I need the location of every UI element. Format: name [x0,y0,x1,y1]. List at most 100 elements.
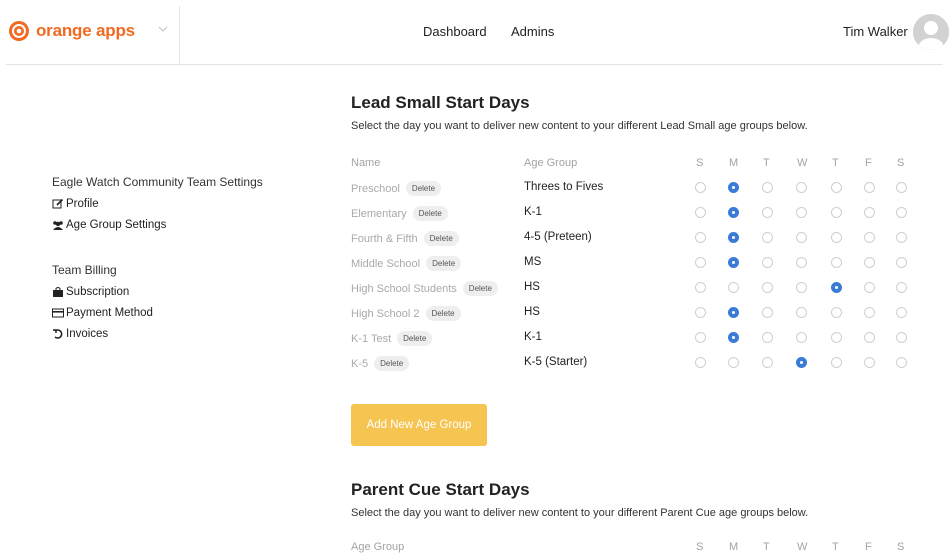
day-radio-button[interactable] [695,232,706,243]
day-radio-button[interactable] [831,332,842,343]
day-column-header: S [897,157,905,169]
day-radio-button[interactable] [831,257,842,268]
delete-button[interactable]: Delete [426,256,462,271]
nav-dashboard-link[interactable]: Dashboard [423,24,487,39]
day-radio-button[interactable] [896,182,907,193]
day-radio-button[interactable] [695,332,706,343]
sidebar-item-subscription[interactable]: Subscription [52,281,312,302]
day-radio-button[interactable] [864,182,875,193]
brand-logo-link[interactable]: orange apps [8,20,135,42]
delete-button[interactable]: Delete [423,231,459,246]
group-name-text: Elementary [351,207,407,220]
day-radio-button[interactable] [864,257,875,268]
sidebar-item-payment-method[interactable]: Payment Method [52,302,312,323]
sidebar-item-age-group-settings[interactable]: Age Group Settings [52,214,312,235]
day-radio-button[interactable] [831,207,842,218]
age-group-value: Threes to Fives [524,181,604,193]
day-radio-button[interactable] [762,207,773,218]
day-radio-button[interactable] [728,332,739,343]
day-radio-button[interactable] [864,307,875,318]
add-new-age-group-button[interactable]: Add New Age Group [351,404,487,446]
delete-button[interactable]: Delete [412,206,448,221]
day-radio-button[interactable] [762,332,773,343]
age-group-value: K-1 [524,331,542,343]
nav-admins-link[interactable]: Admins [511,24,554,39]
day-radio-button[interactable] [796,207,807,218]
day-radio-button[interactable] [762,257,773,268]
day-radio-button[interactable] [728,182,739,193]
day-column-header: M [729,157,739,169]
lead-small-section: Lead Small Start Days Select the day you… [351,93,921,132]
day-radio-button[interactable] [831,282,842,293]
day-radio-button[interactable] [796,332,807,343]
day-radio-button[interactable] [796,182,807,193]
group-name: Elementary Delete [351,206,448,221]
credit-card-icon [52,308,64,317]
sidebar-item-label: Payment Method [66,306,153,319]
group-name-text: K-5 [351,357,369,370]
day-radio-button[interactable] [831,357,842,368]
delete-button[interactable]: Delete [462,281,498,296]
day-radio-button[interactable] [864,332,875,343]
day-radio-button[interactable] [864,232,875,243]
delete-button[interactable]: Delete [425,306,461,321]
sidebar-item-invoices[interactable]: Invoices [52,323,312,344]
day-radio-button[interactable] [762,282,773,293]
day-radio-button[interactable] [728,307,739,318]
delete-button[interactable]: Delete [405,181,442,196]
group-name-text: K-1 Test [351,332,392,345]
day-radio-button[interactable] [695,257,706,268]
day-radio-button[interactable] [796,282,807,293]
day-column-header: S [897,541,905,553]
day-radio-button[interactable] [695,357,706,368]
day-radio-button[interactable] [695,182,706,193]
day-radio-button[interactable] [762,307,773,318]
sidebar-item-profile[interactable]: Profile [52,193,312,214]
day-radio-button[interactable] [695,207,706,218]
avatar[interactable] [913,14,949,50]
day-radio-button[interactable] [896,282,907,293]
group-name: High School 2 Delete [351,306,461,321]
day-radio-button[interactable] [695,282,706,293]
day-radio-button[interactable] [796,357,807,368]
day-radio-button[interactable] [695,307,706,318]
day-radio-button[interactable] [896,332,907,343]
day-radio-button[interactable] [896,207,907,218]
day-radio-button[interactable] [896,257,907,268]
chevron-down-icon[interactable] [158,26,168,32]
settings-sidebar: Eagle Watch Community Team Settings Prof… [52,172,312,344]
age-group-value: 4-5 (Preteen) [524,231,592,243]
group-name: Fourth & Fifth Delete [351,231,459,246]
day-radio-button[interactable] [728,282,739,293]
day-radio-button[interactable] [762,232,773,243]
day-column-header: T [763,541,770,553]
day-radio-button[interactable] [896,307,907,318]
day-radio-button[interactable] [796,257,807,268]
brand-name: orange apps [36,21,135,40]
day-radio-button[interactable] [728,257,739,268]
day-radio-button[interactable] [728,357,739,368]
header-divider [179,6,180,64]
sidebar-item-label: Profile [66,197,99,210]
day-radio-button[interactable] [896,357,907,368]
group-name-text: Preschool [351,182,400,195]
day-column-header: T [832,157,839,169]
delete-button[interactable]: Delete [374,356,410,371]
group-name: K-5 Delete [351,356,410,371]
day-radio-button[interactable] [762,182,773,193]
day-radio-button[interactable] [831,182,842,193]
day-radio-button[interactable] [728,232,739,243]
day-radio-button[interactable] [762,357,773,368]
day-radio-button[interactable] [796,307,807,318]
day-radio-button[interactable] [864,357,875,368]
day-radio-button[interactable] [831,232,842,243]
day-radio-button[interactable] [831,307,842,318]
day-radio-button[interactable] [728,207,739,218]
group-name-text: High School 2 [351,307,420,320]
delete-button[interactable]: Delete [397,331,433,346]
day-radio-button[interactable] [896,232,907,243]
day-radio-button[interactable] [796,232,807,243]
user-name[interactable]: Tim Walker [843,24,908,39]
day-radio-button[interactable] [864,207,875,218]
day-radio-button[interactable] [864,282,875,293]
